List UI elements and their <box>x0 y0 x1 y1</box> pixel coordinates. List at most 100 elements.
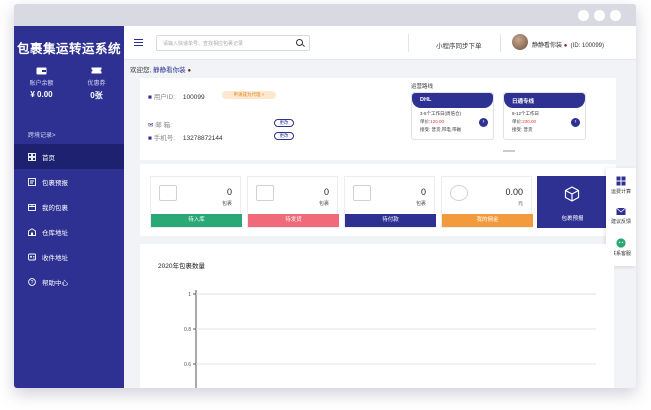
phone-icon: ■ <box>148 135 152 142</box>
user-name: 静静看你装 <box>532 43 563 49</box>
welcome-prefix: 欢迎您, <box>130 67 152 74</box>
mustache-icon: ● <box>563 43 568 49</box>
calculator-icon <box>616 176 626 186</box>
stat-label: 待发货 <box>248 214 339 227</box>
section-label[interactable]: 跨境记录> <box>28 130 56 139</box>
grid-icon <box>28 152 36 161</box>
divider <box>500 34 501 52</box>
search-placeholder: 请输入快递单号、查找相应包裹记录 <box>163 41 244 47</box>
phone-label: 手机号: <box>153 135 176 142</box>
address-icon <box>28 253 36 261</box>
y-tick-label: 0.8 <box>184 327 191 333</box>
uid-label: 用户ID: <box>153 94 176 101</box>
stat-unit: 包裹 <box>415 201 426 207</box>
mail-icon: ✉ <box>148 122 154 129</box>
user-info[interactable]: 静静看你装 ● (ID: 100099) <box>532 40 604 49</box>
routes-card: 运营路线 DHL 3-5个工作日(周倍仓) 单价:120.00 接受: 普货,带… <box>403 78 616 160</box>
balance-value: ¥ 0.00 <box>30 90 53 99</box>
search-icon[interactable] <box>296 39 303 46</box>
carousel-indicator[interactable] <box>503 150 515 152</box>
menu-toggle-icon[interactable] <box>134 39 143 46</box>
svg-text:?: ? <box>31 280 34 286</box>
sidebar-item-forecast[interactable]: 包裹预报 <box>14 169 124 194</box>
sidebar-item-my-packages[interactable]: 我的包裹 <box>14 194 124 219</box>
ticket-icon <box>69 66 124 76</box>
change-email-button[interactable]: 更改 <box>274 119 294 127</box>
mini-program-link[interactable]: 小程序同步下单 <box>436 40 482 50</box>
coupon-label: 优惠券 <box>87 81 106 87</box>
warehouse-icon <box>28 227 36 236</box>
stat-pending-shipment[interactable]: 0 包裹 待发货 <box>247 176 339 228</box>
sidebar-item-label: 首页 <box>42 154 55 162</box>
coupon-block[interactable]: 优惠券 0张 <box>69 66 124 101</box>
arrow-right-icon[interactable]: › <box>479 118 488 127</box>
stat-pending-payment[interactable]: 0 包裹 待付款 <box>344 176 436 228</box>
balance-block[interactable]: 账户余额 ¥ 0.00 <box>14 66 69 99</box>
package-forecast-button[interactable]: 包裹预报 <box>537 176 608 228</box>
change-phone-button[interactable]: 更改 <box>274 132 294 140</box>
stat-pending-storage[interactable]: 0 包裹 待入库 <box>150 176 242 228</box>
uid-row: ■ 用户ID: 100099 <box>148 91 205 101</box>
route-accept: 接受: 普货 <box>512 127 533 132</box>
package-chart-card: 2020年包裹数量 10.80.60.4 <box>140 244 614 388</box>
coins-icon <box>450 185 468 201</box>
routes-title: 运营路线 <box>411 84 434 90</box>
cube-icon <box>564 186 580 202</box>
forecast-icon <box>28 177 36 186</box>
feedback-button[interactable]: 建议反馈 <box>606 206 636 225</box>
window-dot <box>578 10 589 21</box>
box-icon <box>159 185 177 201</box>
app-logo: 包裹集运转运系统 <box>16 42 121 56</box>
route-name: DHL <box>412 93 493 108</box>
sidebar-item-label: 包裹预报 <box>42 179 68 187</box>
email-label: 邮 箱: <box>155 122 172 129</box>
stat-value: 0.00 <box>505 187 523 197</box>
window-chrome <box>14 4 636 26</box>
phone-value: 13278872144 <box>182 135 223 142</box>
sidebar-item-label: 帮助中心 <box>42 279 68 287</box>
user-id: (ID: 100099) <box>570 43 605 49</box>
sidebar-item-help[interactable]: ? 帮助中心 <box>14 269 124 294</box>
route-accept: 接受: 普货,带电,带磁 <box>420 127 462 132</box>
divider <box>408 34 409 52</box>
wechat-icon <box>616 238 626 248</box>
avatar[interactable] <box>512 34 528 50</box>
coupon-value: 0张 <box>90 91 103 100</box>
freight-calc-label: 运费计算 <box>610 189 631 195</box>
route-line: 3-5个工作日(周倍仓) <box>420 111 462 116</box>
stat-value: 0 <box>420 187 426 197</box>
stat-label: 待入库 <box>151 214 242 227</box>
forecast-label: 包裹预报 <box>561 216 584 222</box>
apply-agent-badge[interactable]: 申请成为代理 > <box>222 91 276 99</box>
sidebar-item-warehouse[interactable]: 仓库地址 <box>14 219 124 244</box>
search-input[interactable]: 请输入快递单号、查找相应包裹记录 <box>156 35 310 51</box>
route-card-nittsu[interactable]: 日通专线 8-12个工作日 单价:230.00 接受: 普货 › <box>503 92 586 140</box>
stat-value: 0 <box>323 187 329 197</box>
wallet-icon <box>14 66 69 76</box>
sidebar-item-address[interactable]: 收件地址 <box>14 244 124 269</box>
sidebar-item-label: 收件地址 <box>42 254 68 262</box>
freight-calc-button[interactable]: 运费计算 <box>606 176 636 195</box>
help-icon: ? <box>28 277 36 286</box>
stat-unit: 元 <box>517 201 523 207</box>
balance-label: 账户余额 <box>29 81 54 87</box>
envelope-icon <box>616 207 626 215</box>
mustache-icon: ● <box>187 68 192 74</box>
y-tick-label: 1 <box>188 292 191 298</box>
stat-commission[interactable]: 0.00 元 我的佣金 <box>441 176 533 228</box>
sidebar: 包裹集运转运系统 账户余额 ¥ 0.00 优惠券 0张 跨境记录> 首页 包裹预… <box>14 26 124 388</box>
box-icon <box>353 185 371 201</box>
sidebar-item-home[interactable]: 首页 <box>14 144 124 169</box>
stat-value: 0 <box>226 187 232 197</box>
package-count-chart: 10.80.60.4 <box>184 290 596 388</box>
arrow-right-icon[interactable]: › <box>571 118 580 127</box>
stat-unit: 包裹 <box>318 201 329 207</box>
y-tick-label: 0.6 <box>184 362 191 368</box>
package-icon <box>28 203 36 211</box>
route-price: 单价:230.00 <box>512 119 537 124</box>
profile-card: ■ 用户ID: 100099 申请成为代理 > ✉ 邮 箱: 更改 ■ 手机号:… <box>140 78 408 160</box>
route-card-dhl[interactable]: DHL 3-5个工作日(周倍仓) 单价:120.00 接受: 普货,带电,带磁 … <box>411 92 494 140</box>
app-window: 包裹集运转运系统 账户余额 ¥ 0.00 优惠券 0张 跨境记录> 首页 包裹预… <box>14 4 636 388</box>
top-bar: 请输入快递单号、查找相应包裹记录 小程序同步下单 静静看你装 ● (ID: 10… <box>124 26 636 60</box>
stat-label: 我的佣金 <box>442 214 533 227</box>
